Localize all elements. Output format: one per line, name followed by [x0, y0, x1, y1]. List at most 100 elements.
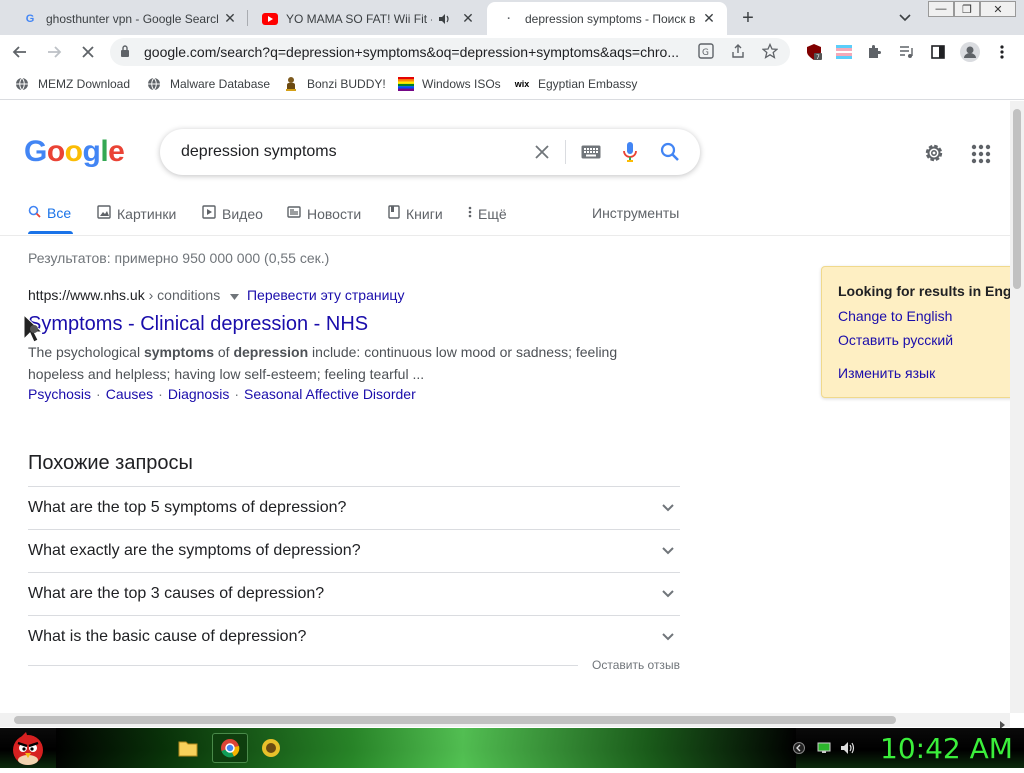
- back-button[interactable]: [8, 40, 32, 64]
- change-to-english-link[interactable]: Change to English: [838, 308, 952, 324]
- horizontal-scrollbar[interactable]: [0, 713, 1010, 729]
- bookmark-malware-database[interactable]: Malware Database: [146, 76, 270, 92]
- snippet-text: The psychological: [28, 344, 144, 360]
- share-icon[interactable]: [730, 43, 748, 62]
- related-question[interactable]: What are the top 3 causes of depression?: [28, 572, 680, 615]
- speaker-icon[interactable]: [436, 11, 452, 27]
- nav-label: Все: [47, 205, 72, 221]
- change-language-link[interactable]: Изменить язык: [838, 365, 935, 381]
- tab-youtube[interactable]: YO MAMA SO FAT! Wii Fit - YouTube ✕: [248, 2, 486, 35]
- translate-page-link[interactable]: Перевести эту страницу: [247, 287, 404, 303]
- tab-depression-symptoms[interactable]: · depression symptoms - Поиск в Google ✕: [487, 2, 727, 35]
- result-cite[interactable]: https://www.nhs.uk › conditions Перевест…: [28, 287, 404, 303]
- bookmark-memz[interactable]: MEMZ Download: [14, 76, 130, 92]
- tab-more[interactable]: Ещё: [468, 205, 507, 222]
- tab-all[interactable]: Все: [28, 205, 71, 221]
- related-question[interactable]: What is the basic cause of depression?: [28, 615, 680, 658]
- tab-images[interactable]: Картинки: [97, 205, 176, 222]
- side-panel-icon[interactable]: [926, 40, 950, 64]
- vpn-app-icon[interactable]: [253, 733, 289, 763]
- question-text: What exactly are the symptoms of depress…: [28, 542, 361, 559]
- close-icon[interactable]: ✕: [701, 10, 717, 27]
- snippet-highlight: symptoms: [143, 344, 214, 360]
- feedback-link[interactable]: Оставить отзыв: [592, 658, 680, 672]
- clear-icon[interactable]: [530, 140, 554, 164]
- globe-icon: [14, 76, 30, 92]
- network-icon[interactable]: [816, 740, 832, 756]
- apps-grid-icon[interactable]: [969, 142, 993, 166]
- tools-button[interactable]: Инструменты: [592, 205, 679, 221]
- forward-button[interactable]: [42, 40, 66, 64]
- youtube-icon: [262, 11, 278, 27]
- profile-avatar-icon[interactable]: [958, 40, 982, 64]
- url-text[interactable]: google.com/search?q=depression+symptoms&…: [144, 44, 698, 60]
- media-controls-icon[interactable]: [894, 40, 918, 64]
- bookmark-label: Egyptian Embassy: [538, 77, 638, 91]
- related-question[interactable]: What are the top 5 symptoms of depressio…: [28, 486, 680, 529]
- vertical-scrollbar[interactable]: [1010, 101, 1024, 713]
- google-logo[interactable]: Google: [24, 135, 125, 169]
- restore-button[interactable]: ❐: [954, 1, 980, 17]
- close-window-button[interactable]: ✕: [980, 1, 1016, 17]
- vertical-scroll-thumb[interactable]: [1013, 109, 1021, 289]
- close-icon[interactable]: ✕: [222, 10, 238, 27]
- keep-russian-link[interactable]: Оставить русский: [838, 332, 953, 348]
- sitelink-diagnosis[interactable]: Diagnosis: [168, 386, 229, 402]
- address-bar[interactable]: google.com/search?q=depression+symptoms&…: [110, 38, 790, 66]
- chrome-taskbar-icon[interactable]: [212, 733, 248, 763]
- menu-kebab-icon[interactable]: [990, 40, 1014, 64]
- snippet-highlight: depression: [233, 344, 309, 360]
- start-button-angry-bird-icon[interactable]: [6, 728, 50, 768]
- microphone-icon[interactable]: [618, 140, 642, 164]
- chevron-down-icon[interactable]: [660, 585, 676, 601]
- tray-chevron-icon[interactable]: [791, 740, 807, 756]
- new-tab-button[interactable]: +: [736, 6, 760, 30]
- tab-books[interactable]: Книги: [388, 205, 443, 222]
- minimize-button[interactable]: —: [928, 1, 954, 17]
- related-question[interactable]: What exactly are the symptoms of depress…: [28, 529, 680, 572]
- bookmark-windows-isos[interactable]: Windows ISOs: [398, 76, 501, 92]
- result-title-link[interactable]: Symptoms - Clinical depression - NHS: [28, 313, 368, 336]
- settings-gear-icon[interactable]: [922, 141, 946, 165]
- caret-down-icon[interactable]: [230, 287, 240, 303]
- file-explorer-icon[interactable]: [170, 733, 206, 763]
- tab-video[interactable]: Видео: [202, 205, 263, 222]
- chevron-down-icon[interactable]: [660, 499, 676, 515]
- extensions-puzzle-icon[interactable]: [862, 40, 886, 64]
- chevron-down-icon[interactable]: [660, 628, 676, 644]
- scroll-right-arrow-icon[interactable]: [998, 716, 1006, 729]
- bookmark-label: Bonzi BUDDY!: [307, 77, 386, 91]
- volume-icon[interactable]: [840, 740, 856, 756]
- chevron-down-icon[interactable]: [660, 542, 676, 558]
- language-suggestion-panel: Looking for results in English? Change t…: [821, 266, 1010, 398]
- close-icon[interactable]: ✕: [460, 10, 476, 27]
- sitelink-psychosis[interactable]: Psychosis: [28, 386, 91, 402]
- lock-icon[interactable]: [120, 44, 134, 60]
- ublock-icon[interactable]: 7: [802, 40, 826, 64]
- tab-ghosthunter[interactable]: G ghosthunter vpn - Google Search ✕: [8, 2, 248, 35]
- search-icon[interactable]: [658, 140, 682, 164]
- search-results-page: Google depression symptoms Все Картинки …: [0, 101, 1010, 713]
- tab-news[interactable]: Новости: [287, 205, 361, 222]
- bookmark-star-icon[interactable]: [761, 42, 780, 62]
- tab-strip: G ghosthunter vpn - Google Search ✕ YO M…: [0, 0, 1024, 35]
- sitelink-causes[interactable]: Causes: [106, 386, 153, 402]
- horizontal-scroll-thumb[interactable]: [14, 716, 896, 724]
- bookmark-egyptian-embassy[interactable]: wix Egyptian Embassy: [514, 76, 638, 92]
- cite-path: › conditions: [148, 287, 221, 303]
- search-box[interactable]: depression symptoms: [160, 129, 700, 175]
- wix-icon: wix: [514, 79, 530, 89]
- stop-loading-button[interactable]: [76, 40, 100, 64]
- cite-url: https://www.nhs.uk: [28, 287, 145, 303]
- taskbar-clock[interactable]: 10:42 AM: [880, 732, 1013, 765]
- flag-extension-icon[interactable]: [832, 40, 856, 64]
- related-heading: Похожие запросы: [28, 452, 193, 474]
- keyboard-icon[interactable]: [579, 140, 603, 164]
- question-text: What are the top 5 symptoms of depressio…: [28, 499, 347, 516]
- search-input[interactable]: depression symptoms: [181, 143, 337, 161]
- translate-icon[interactable]: G: [698, 42, 716, 62]
- bookmark-bonzi-buddy[interactable]: Bonzi BUDDY!: [283, 76, 386, 92]
- sitelink-seasonal-affective-disorder[interactable]: Seasonal Affective Disorder: [244, 386, 416, 402]
- result-stats: Результатов: примерно 950 000 000 (0,55 …: [28, 250, 330, 266]
- tab-search-icon[interactable]: [896, 8, 914, 26]
